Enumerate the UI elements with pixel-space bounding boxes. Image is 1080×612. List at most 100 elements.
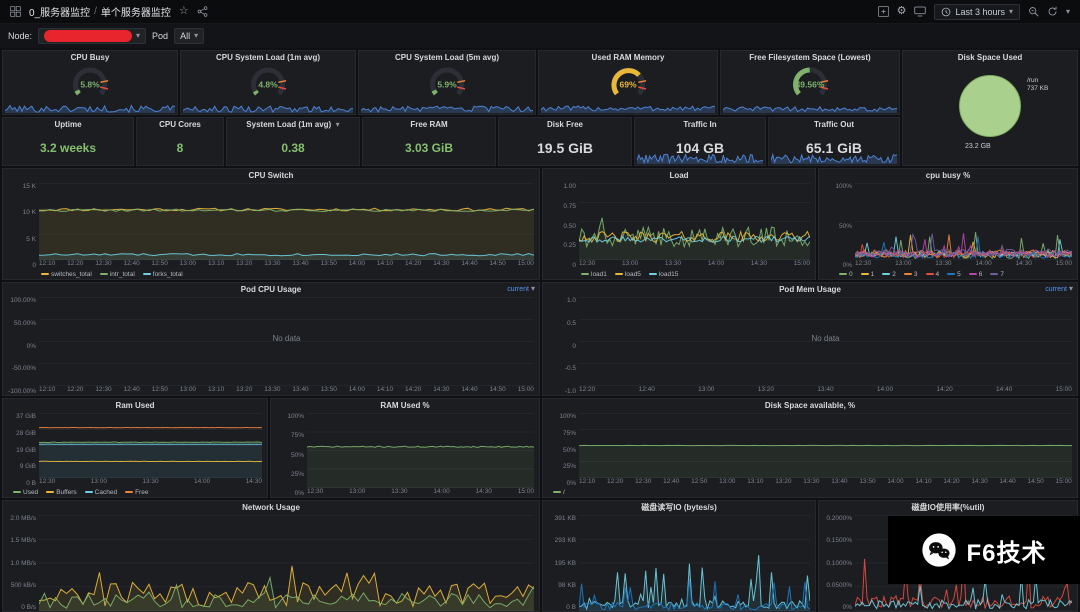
- star-icon[interactable]: ☆: [179, 6, 189, 17]
- axis-tick: 12:30: [579, 260, 596, 267]
- chevron-down-icon[interactable]: ▾: [336, 120, 340, 129]
- legend-item[interactable]: 6: [968, 271, 982, 278]
- panel-title[interactable]: Ram Used: [115, 401, 154, 410]
- pod-mem-chart[interactable]: No data: [579, 297, 1072, 386]
- panel-title[interactable]: Disk Free: [547, 120, 583, 129]
- axis-tick: 14:00: [975, 260, 992, 267]
- tv-cycle-icon[interactable]: [914, 6, 927, 17]
- disk-usage-pie[interactable]: [959, 75, 1021, 137]
- axis-tick: 13:00: [90, 478, 107, 485]
- axis-tick: 0 B: [566, 604, 576, 611]
- panel-title[interactable]: RAM Used %: [380, 401, 429, 410]
- legend-item[interactable]: 5: [947, 271, 961, 278]
- cpu-busy-gauge: 5.8%: [3, 64, 177, 101]
- panel-title[interactable]: Free Filesystem Space (Lowest): [749, 53, 870, 62]
- cpu-switch-chart[interactable]: [39, 183, 534, 260]
- pod-cpu-chart[interactable]: No data: [39, 297, 534, 386]
- panel-title[interactable]: Pod CPU Usage: [241, 285, 301, 294]
- panel-disk-space-available: Disk Space available, % 100% 75% 50% 25% 0% …: [542, 398, 1078, 498]
- breadcrumb-page[interactable]: 单个服务器监控: [101, 4, 171, 19]
- legend-item[interactable]: switches_total: [41, 271, 92, 278]
- axis-tick: 25%: [562, 463, 576, 471]
- ram-used-pct-chart[interactable]: [307, 413, 534, 488]
- refresh-interval-caret-icon[interactable]: ▾: [1066, 7, 1070, 16]
- legend-item[interactable]: Free: [125, 489, 148, 496]
- legend-mode-link[interactable]: current ▾: [507, 285, 535, 293]
- legend-item[interactable]: 4: [925, 271, 939, 278]
- legend-color-swatch: [142, 273, 151, 275]
- panel-title[interactable]: Traffic In: [683, 120, 716, 129]
- disk-rw-io-chart[interactable]: [579, 515, 810, 611]
- panel-title[interactable]: Uptime: [54, 120, 81, 129]
- axis-tick: 195 KB: [554, 559, 576, 567]
- legend-item[interactable]: Cached: [84, 489, 117, 496]
- panel-title[interactable]: cpu busy %: [926, 171, 970, 180]
- panel-title[interactable]: CPU Cores: [159, 120, 201, 129]
- panel-title[interactable]: Network Usage: [242, 503, 300, 512]
- legend-item[interactable]: intr_total: [99, 271, 135, 278]
- load-chart[interactable]: [579, 183, 810, 260]
- network-usage-chart[interactable]: [39, 515, 534, 611]
- axis-tick: 14:30: [971, 478, 988, 485]
- pod-variable-dropdown[interactable]: All ▾: [174, 28, 205, 44]
- refresh-icon[interactable]: [1047, 6, 1058, 17]
- disk-available-chart[interactable]: [579, 413, 1072, 478]
- legend-color-swatch: [125, 491, 134, 493]
- legend-item[interactable]: 3: [903, 271, 918, 278]
- axis-tick: 50.00%: [13, 319, 36, 327]
- svg-text:5.8%: 5.8%: [80, 80, 100, 90]
- panel-title[interactable]: Disk Space available, %: [765, 401, 855, 410]
- axis-tick: 50%: [290, 451, 304, 459]
- breadcrumb-dashboard[interactable]: 0_服务器监控: [29, 4, 90, 19]
- legend-item[interactable]: load15: [648, 271, 678, 278]
- node-variable-dropdown[interactable]: ▾: [38, 28, 147, 44]
- panel-title[interactable]: CPU System Load (5m avg): [395, 53, 499, 62]
- panel-title[interactable]: CPU System Load (1m avg): [216, 53, 320, 62]
- legend-item[interactable]: 1: [860, 271, 874, 278]
- panel-title[interactable]: Free RAM: [410, 120, 447, 129]
- panel-title[interactable]: 磁盘读写IO (bytes/s): [641, 502, 717, 513]
- legend-item[interactable]: /: [553, 489, 565, 496]
- legend-mode-link[interactable]: current ▾: [1045, 285, 1073, 293]
- panel-title[interactable]: CPU Switch: [249, 171, 294, 180]
- axis-tick: 0: [32, 261, 36, 269]
- cpu-busy-pct-chart[interactable]: [855, 183, 1072, 260]
- add-panel-icon[interactable]: [877, 6, 889, 17]
- legend-color-swatch: [614, 273, 623, 275]
- legend-item[interactable]: load1: [581, 271, 607, 278]
- axis-tick: 14:00: [876, 386, 894, 393]
- axis-tick: 14:20: [405, 386, 422, 393]
- gear-icon[interactable]: ⚙: [897, 6, 907, 17]
- axis-tick: 14:00: [348, 386, 365, 393]
- zoom-out-icon[interactable]: [1028, 6, 1039, 17]
- x-axis: 12:30 13:00 13:30 14:00 14:30 15:00: [307, 488, 534, 497]
- axis-tick: 0%: [566, 480, 576, 487]
- legend-item[interactable]: Buffers: [46, 489, 77, 496]
- panel-title[interactable]: CPU Busy: [71, 53, 110, 62]
- breadcrumb[interactable]: 0_服务器监控 / 单个服务器监控: [29, 4, 171, 19]
- used-ram-gauge: 69%: [539, 64, 717, 101]
- legend-item[interactable]: 0: [839, 271, 853, 278]
- axis-tick: 13:30: [391, 488, 408, 495]
- panel-title[interactable]: Disk Space Used: [958, 53, 1022, 62]
- legend-item[interactable]: 7: [990, 271, 1004, 278]
- dashboard-grid-icon[interactable]: [10, 6, 21, 17]
- panel-title[interactable]: 磁盘IO使用率(%util): [912, 502, 985, 513]
- stat-value: 65.1 GiB: [805, 140, 863, 156]
- share-icon[interactable]: [197, 6, 208, 17]
- axis-tick: 100.00%: [10, 297, 36, 304]
- panel-title[interactable]: System Load (1m avg): [246, 120, 331, 129]
- panel-title[interactable]: Pod Mem Usage: [779, 285, 841, 294]
- y-axis: 391 KB 293 KB 195 KB 98 KB 0 B: [545, 515, 579, 611]
- time-range-picker[interactable]: Last 3 hours ▾: [934, 3, 1020, 20]
- ram-used-chart[interactable]: [39, 413, 262, 478]
- x-axis: 12:20 12:40 13:00 13:20 13:40 14:00 14:20 14:40…: [579, 386, 1072, 395]
- legend-item[interactable]: 2: [882, 271, 896, 278]
- panel-title[interactable]: Traffic Out: [814, 120, 854, 129]
- legend-item[interactable]: forks_total: [142, 271, 183, 278]
- panel-title[interactable]: Used RAM Memory: [592, 53, 665, 62]
- axis-tick: 2.0 MB/s: [10, 515, 36, 522]
- panel-title[interactable]: Load: [669, 171, 688, 180]
- legend-item[interactable]: Used: [13, 489, 38, 496]
- legend-item[interactable]: load5: [614, 271, 641, 278]
